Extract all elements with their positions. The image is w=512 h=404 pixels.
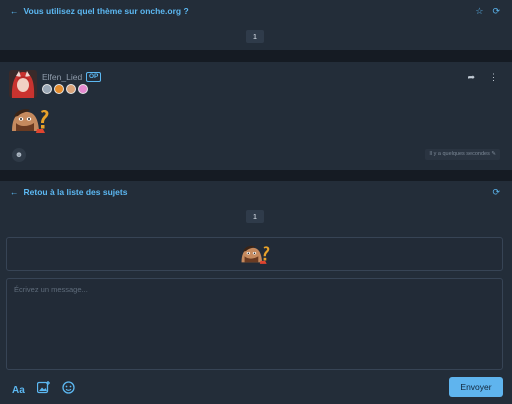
back-to-list-link[interactable]: ← Retou à la liste des sujets [10,187,127,197]
shield-badge-icon [42,84,52,94]
post-actions: ➦ ⋮ [467,72,498,83]
page-button[interactable]: 1 [246,30,264,43]
share-icon[interactable]: ➦ [467,72,475,83]
sticker-preview-tray [6,237,503,271]
add-image-icon[interactable] [36,381,50,399]
composer-toolbar: Aa [12,381,75,399]
avatar[interactable] [9,70,37,98]
star-icon[interactable]: ☆ [475,6,483,17]
timestamp-text: Il y a quelques secondes [429,151,490,157]
post-timestamp: Il y a quelques secondes ✎ [425,149,500,160]
list-actions: ⟳ [492,187,500,198]
back-arrow-icon: ← [10,187,19,197]
topic-actions: ☆ ⟳ [475,6,500,17]
lion-badge-icon [54,84,64,94]
topic-title: Vous utilisez quel thème sur onche.org ? [23,6,189,16]
flower-badge-icon [78,84,88,94]
refresh-icon[interactable]: ⟳ [492,187,500,198]
sticker-preview[interactable] [240,242,272,271]
back-to-list-label: Retou à la liste des sujets [23,187,128,197]
back-arrow-icon: ← [10,6,19,16]
topic-title-row: ← Vous utilisez quel thème sur onche.org … [0,4,512,20]
user-badges [42,84,88,94]
topic-header: ← Vous utilisez quel thème sur onche.org … [0,0,512,50]
pencil-icon[interactable]: ✎ [491,151,496,157]
format-text-button[interactable]: Aa [12,385,25,396]
message-input[interactable] [6,278,503,370]
sticker-icon[interactable] [62,381,75,399]
reply-section: ← Retou à la liste des sujets ⟳ 1 Aa [0,181,512,404]
character-badge-icon [66,84,76,94]
add-reaction-icon[interactable]: ☻ [12,148,26,162]
page-button[interactable]: 1 [246,210,264,223]
sticker-image [10,107,52,138]
more-options-icon[interactable]: ⋮ [489,72,498,83]
username[interactable]: Elfen_Lied [42,72,82,82]
topic-title-link[interactable]: ← Vous utilisez quel thème sur onche.org … [10,6,189,16]
post-card: Elfen_Lied OP ➦ ⋮ ☻ Il y a quelques seco… [0,62,512,170]
op-badge: OP [86,72,102,82]
refresh-icon[interactable]: ⟳ [492,6,500,17]
list-nav-row: ← Retou à la liste des sujets ⟳ [0,185,512,201]
send-button[interactable]: Envoyer [449,377,503,397]
